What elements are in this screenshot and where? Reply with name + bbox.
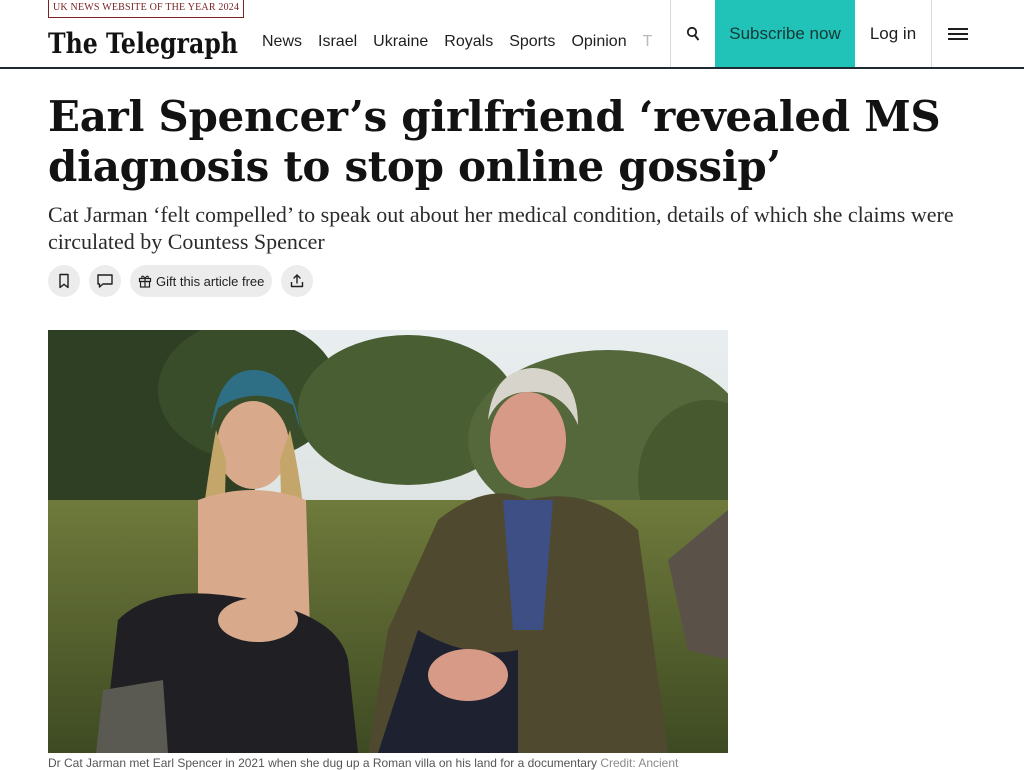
menu-button[interactable] (932, 0, 984, 67)
nav-news[interactable]: News (262, 31, 302, 53)
primary-nav: News Israel Ukraine Royals Sports Opinio… (262, 31, 668, 53)
award-badge: UK NEWS WEBSITE OF THE YEAR 2024 (48, 0, 245, 18)
logo-text: The Telegraph (48, 27, 238, 60)
article-headline: Earl Spencer’s girlfriend ‘revealed MS d… (48, 92, 941, 191)
comments-button[interactable] (89, 265, 121, 297)
article-actions: Gift this article free (48, 265, 314, 297)
nav-truncated[interactable]: T (643, 31, 653, 53)
nav-opinion[interactable]: Opinion (571, 31, 626, 53)
nav-sports[interactable]: Sports (509, 31, 555, 53)
share-button[interactable] (281, 265, 314, 297)
search-button[interactable] (671, 0, 715, 67)
nav-israel[interactable]: Israel (318, 31, 357, 53)
share-icon (291, 274, 304, 288)
article-standfirst: Cat Jarman ‘felt compelled’ to speak out… (48, 202, 954, 254)
bookmark-button[interactable] (48, 265, 80, 297)
nav-royals[interactable]: Royals (444, 31, 493, 53)
subscribe-button[interactable]: Subscribe now (715, 0, 855, 67)
gift-icon (138, 275, 152, 288)
search-icon (686, 26, 700, 41)
login-button[interactable]: Log in (855, 0, 931, 67)
comment-icon (97, 274, 113, 288)
nav-ukraine[interactable]: Ukraine (373, 31, 428, 53)
gift-article-button[interactable]: Gift this article free (130, 265, 273, 297)
site-header: UK NEWS WEBSITE OF THE YEAR 2024 The Tel… (0, 0, 1024, 69)
gift-article-label: Gift this article free (156, 273, 265, 289)
bookmark-icon (59, 273, 69, 289)
article-photo (48, 330, 728, 753)
hamburger-menu-icon (948, 27, 968, 40)
telegraph-logo[interactable]: The Telegraph (48, 24, 240, 60)
